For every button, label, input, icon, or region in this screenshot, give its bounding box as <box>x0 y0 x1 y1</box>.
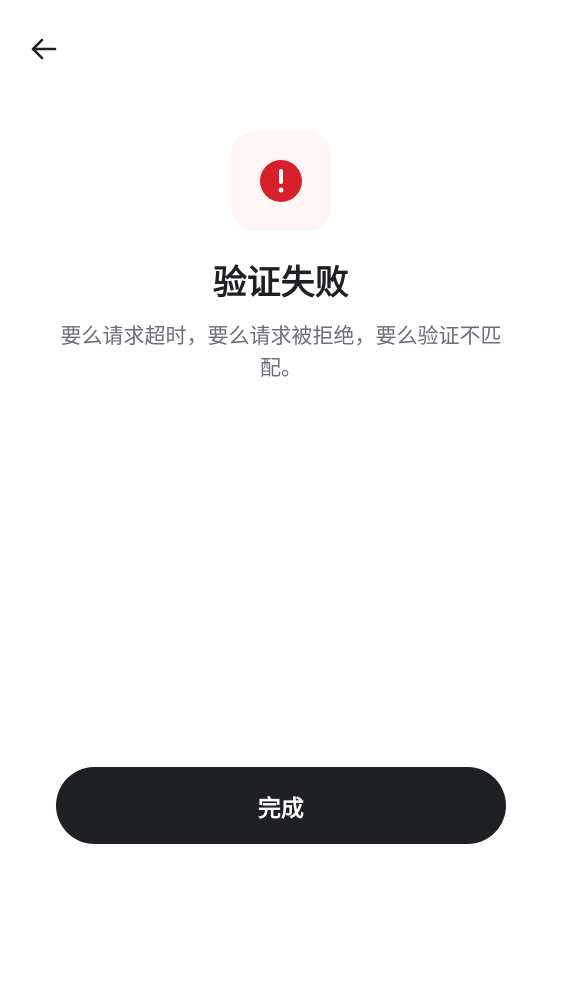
status-icon-tile <box>231 131 331 231</box>
arrow-left-icon <box>29 37 57 61</box>
back-button[interactable] <box>22 28 64 70</box>
exclamation-circle-icon <box>260 160 302 202</box>
done-button[interactable]: 完成 <box>56 767 506 844</box>
error-message: 要么请求超时，要么请求被拒绝，要么验证不匹配。 <box>60 324 502 380</box>
page-title: 验证失败 <box>213 263 349 303</box>
